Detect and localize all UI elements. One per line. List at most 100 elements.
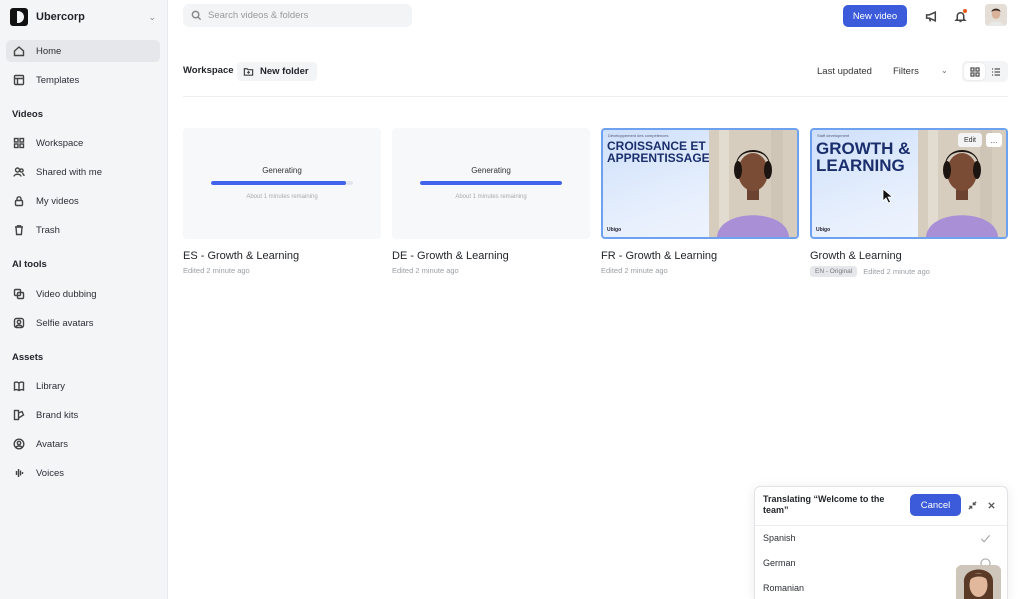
sidebar-item-label: Selfie avatars <box>36 317 94 329</box>
new-folder-button[interactable]: New folder <box>237 62 317 81</box>
sidebar-item-selfie-avatars[interactable]: Selfie avatars <box>6 312 160 334</box>
video-thumbnail[interactable]: Staff development GROWTH & LEARNING Ubig… <box>810 128 1008 239</box>
presenter-portrait-icon <box>709 130 797 237</box>
sidebar-item-shared[interactable]: Shared with me <box>6 161 160 183</box>
collapse-icon <box>967 500 977 510</box>
progress-fill <box>420 181 562 185</box>
video-card[interactable]: Staff development GROWTH & LEARNING Ubig… <box>810 128 1008 277</box>
presenter-portrait-icon <box>956 565 1001 599</box>
progress-bar <box>211 181 353 185</box>
panel-title: Translating “Welcome to the team” <box>763 494 885 516</box>
cancel-button[interactable]: Cancel <box>910 494 961 516</box>
sidebar-item-video-dubbing[interactable]: Video dubbing <box>6 283 160 305</box>
time-remaining: About 1 minutes remaining <box>246 194 318 200</box>
sidebar-item-label: Video dubbing <box>36 288 97 300</box>
generating-label: Generating <box>471 166 511 175</box>
close-icon <box>987 501 995 509</box>
close-button[interactable] <box>985 499 997 511</box>
section-title-ai-tools: AI tools <box>12 259 47 270</box>
home-icon <box>12 44 26 58</box>
folder-plus-icon <box>243 68 254 76</box>
video-title[interactable]: Growth & Learning <box>810 250 1008 262</box>
dubbing-icon <box>12 287 26 301</box>
thumb-logo: Ubigo <box>607 227 622 233</box>
grid-icon <box>12 136 26 150</box>
progress-fill <box>211 181 346 185</box>
mouse-cursor-icon <box>882 188 894 204</box>
minimize-button[interactable] <box>966 499 978 511</box>
generating-label: Generating <box>262 166 302 175</box>
thumb-headline: GROWTH & LEARNING <box>816 139 911 175</box>
edited-time: Edited 2 minute ago <box>392 266 459 275</box>
time-remaining: About 1 minutes remaining <box>455 194 527 200</box>
users-icon <box>12 165 26 179</box>
user-portrait-icon <box>985 4 1007 26</box>
notification-dot <box>963 9 967 13</box>
floating-presenter-avatar[interactable] <box>956 565 1001 599</box>
sidebar-item-label: Voices <box>36 467 64 479</box>
presenter-image <box>709 130 797 237</box>
breadcrumb[interactable]: Workspace <box>183 65 234 76</box>
sidebar-item-trash[interactable]: Trash <box>6 219 160 241</box>
video-title[interactable]: FR - Growth & Learning <box>601 250 799 262</box>
sidebar-item-label: Brand kits <box>36 409 79 421</box>
grid-view-icon <box>969 66 980 77</box>
list-view-button[interactable] <box>985 63 1006 80</box>
video-title[interactable]: ES - Growth & Learning <box>183 250 381 262</box>
language-item-romanian: Romanian <box>763 583 805 593</box>
notifications-button[interactable] <box>952 8 968 24</box>
org-switcher[interactable]: Ubercorp ⌄ <box>10 7 156 27</box>
search-bar[interactable] <box>183 4 412 27</box>
sidebar-item-label: Shared with me <box>36 166 103 178</box>
video-title[interactable]: DE - Growth & Learning <box>392 250 590 262</box>
search-input[interactable] <box>208 10 408 21</box>
edited-time: Edited 2 minute ago <box>601 266 668 275</box>
thumb-logo: Ubigo <box>816 227 831 233</box>
chevron-down-icon: ⌄ <box>148 11 156 22</box>
user-avatar[interactable] <box>985 4 1007 26</box>
templates-icon <box>12 73 26 87</box>
video-thumbnail-generating[interactable]: Generating About 1 minutes remaining <box>183 128 381 239</box>
video-thumbnail-generating[interactable]: Generating About 1 minutes remaining <box>392 128 590 239</box>
new-folder-label: New folder <box>260 66 309 77</box>
thumb-caption: Développement des compétences <box>608 133 669 138</box>
sidebar-item-library[interactable]: Library <box>6 375 160 397</box>
brand-icon <box>12 408 26 422</box>
view-toggle <box>962 61 1008 82</box>
filters-dropdown[interactable]: Filters <box>893 66 919 77</box>
announcements-button[interactable] <box>923 8 939 24</box>
sidebar-item-label: Home <box>36 45 62 57</box>
video-card[interactable]: Développement des compétences CROISSANCE… <box>601 128 799 275</box>
sidebar-item-label: Library <box>36 380 66 392</box>
sidebar-item-my-videos[interactable]: My videos <box>6 190 160 212</box>
list-view-icon <box>991 67 1000 76</box>
video-card[interactable]: Generating About 1 minutes remaining ES … <box>183 128 381 275</box>
sidebar-item-home[interactable]: Home <box>6 40 160 62</box>
language-item-german: German <box>763 558 796 568</box>
grid-view-button[interactable] <box>964 63 985 80</box>
search-icon <box>191 10 202 21</box>
trash-icon <box>12 223 26 237</box>
org-logo <box>10 8 28 26</box>
progress-bar <box>420 181 562 185</box>
sidebar-item-label: Avatars <box>36 438 69 450</box>
sort-dropdown[interactable]: Last updated <box>817 66 872 77</box>
org-name: Ubercorp <box>36 11 85 23</box>
selfie-icon <box>12 316 26 330</box>
sidebar-item-workspace[interactable]: Workspace <box>6 132 160 154</box>
sidebar-item-templates[interactable]: Templates <box>6 69 160 91</box>
sidebar-item-brand-kits[interactable]: Brand kits <box>6 404 160 426</box>
more-options-button[interactable]: ... <box>986 133 1002 147</box>
sidebar-item-avatars[interactable]: Avatars <box>6 433 160 455</box>
lock-icon <box>12 194 26 208</box>
panel-divider <box>755 525 1007 526</box>
video-card[interactable]: Generating About 1 minutes remaining DE … <box>392 128 590 275</box>
chevron-down-icon[interactable]: ⌄ <box>941 66 948 75</box>
video-thumbnail[interactable]: Développement des compétences CROISSANCE… <box>601 128 799 239</box>
thumb-headline: CROISSANCE ET APPRENTISSAGE <box>607 139 710 165</box>
new-video-button[interactable]: New video <box>843 5 907 27</box>
edit-button[interactable]: Edit <box>957 133 982 147</box>
waveform-icon <box>12 466 26 480</box>
book-icon <box>12 379 26 393</box>
sidebar-item-voices[interactable]: Voices <box>6 462 160 484</box>
